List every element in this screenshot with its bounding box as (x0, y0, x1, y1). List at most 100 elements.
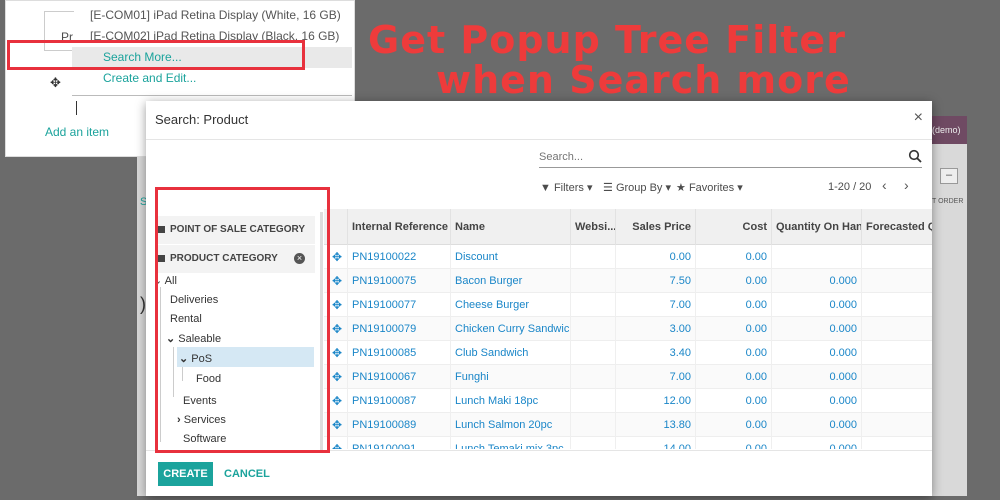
table-cell (570, 341, 615, 365)
table-cell: PN19100085 (347, 341, 450, 365)
drag-handle-icon[interactable]: ✥ (332, 389, 342, 413)
dialog-title: Search: Product (155, 112, 249, 127)
table-row[interactable]: ✥ PN19100089 Lunch Salmon 20pc 13.80 0.00 0.0… (324, 413, 932, 437)
favorites-button[interactable]: ★ Favorites ▾ (676, 181, 743, 194)
highlight-box (7, 40, 305, 70)
favorites-label: Favorites (688, 182, 735, 194)
drag-handle-icon[interactable]: ✥ (332, 437, 342, 449)
add-item-link[interactable]: Add an item (45, 125, 109, 139)
create-button[interactable]: CREATE (158, 462, 213, 486)
table-cell (861, 245, 932, 269)
table-cell: 0.000 (771, 341, 861, 365)
table-cell: PN19100091 (347, 437, 450, 449)
table-row[interactable]: ✥ PN19100079 Chicken Curry Sandwich 3.00 0.0… (324, 317, 932, 341)
table-cell (570, 317, 615, 341)
drag-handle-icon[interactable]: ✥ (332, 293, 342, 317)
drag-handle-icon[interactable]: ✥ (332, 413, 342, 437)
divider (146, 139, 932, 140)
drag-handle-icon[interactable]: ✥ (332, 317, 342, 341)
caret-down-icon: ▾ (737, 182, 743, 194)
table-cell (861, 413, 932, 437)
table-cell (570, 293, 615, 317)
close-icon[interactable]: × (914, 109, 923, 127)
table-cell: PN19100089 (347, 413, 450, 437)
cancel-button[interactable]: CANCEL (224, 462, 270, 486)
minus-button[interactable]: – (940, 168, 958, 184)
table-cell (861, 269, 932, 293)
table-body: ✥ PN19100022 Discount 0.00 0.00 ✥ PN19100075 Ba… (324, 245, 932, 449)
table-row[interactable]: ✥ PN19100091 Lunch Temaki mix 3pc 14.00 0.00… (324, 437, 932, 449)
table-cell (861, 365, 932, 389)
pager-previous-icon[interactable]: ‹ (882, 177, 887, 193)
table-cell: 3.40 (615, 341, 695, 365)
search-icon[interactable] (908, 149, 922, 163)
table-cell: PN19100067 (347, 365, 450, 389)
table-cell (861, 317, 932, 341)
move-icon[interactable]: ✥ (50, 75, 61, 91)
table-cell: 12.00 (615, 389, 695, 413)
create-edit-link[interactable]: Create and Edit... (72, 68, 352, 89)
table-cell: 0.000 (771, 317, 861, 341)
table-cell: PN19100022 (347, 245, 450, 269)
table-cell: Bacon Burger (450, 269, 570, 293)
table-cell: 0.000 (771, 269, 861, 293)
column-header[interactable]: Name (450, 209, 570, 245)
drag-handle-icon[interactable]: ✥ (332, 365, 342, 389)
table-cell: 7.00 (615, 293, 695, 317)
column-header[interactable]: Sales Price (615, 209, 695, 245)
filter-icon: ▼ (540, 182, 551, 194)
groupby-icon: ☰ (603, 182, 613, 194)
table-cell: 0.00 (695, 365, 771, 389)
column-header[interactable]: Cost (695, 209, 771, 245)
table-cell: 0.00 (695, 437, 771, 449)
table-cell: 7.50 (615, 269, 695, 293)
table-cell: 0.000 (771, 437, 861, 449)
caret-down-icon: ▾ (665, 182, 671, 194)
filters-button[interactable]: ▼ Filters ▾ (540, 181, 593, 194)
table-cell (570, 437, 615, 449)
table-cell: 0.00 (695, 341, 771, 365)
table-row[interactable]: ✥ PN19100075 Bacon Burger 7.50 0.00 0.000 (324, 269, 932, 293)
table-cell: Funghi (450, 365, 570, 389)
groupby-label: Group By (615, 182, 663, 194)
table-cell: PN19100087 (347, 389, 450, 413)
search-bar (539, 148, 922, 168)
pager-next-icon[interactable]: › (904, 177, 909, 193)
table-cell: PN19100079 (347, 317, 450, 341)
table-row[interactable]: ✥ PN19100067 Funghi 7.00 0.00 0.000 (324, 365, 932, 389)
caret-down-icon: ▾ (586, 182, 593, 194)
drag-handle-icon[interactable]: ✥ (332, 269, 342, 293)
column-header[interactable]: Websi... (570, 209, 615, 245)
dropdown-item[interactable]: [E-COM01] iPad Retina Display (White, 16… (72, 5, 352, 26)
drag-handle-icon[interactable]: ✥ (332, 341, 342, 365)
table-cell: Discount (450, 245, 570, 269)
order-label: T ORDER (932, 198, 964, 205)
table-row[interactable]: ✥ PN19100077 Cheese Burger 7.00 0.00 0.000 (324, 293, 932, 317)
search-input[interactable] (539, 148, 899, 163)
column-header[interactable]: Quantity On Hand (771, 209, 861, 245)
table-cell: 0.000 (771, 365, 861, 389)
table-cell: Lunch Maki 18pc (450, 389, 570, 413)
table-cell (570, 413, 615, 437)
headline-line-1: Get Popup Tree Filter (368, 18, 846, 62)
table-row[interactable]: ✥ PN19100085 Club Sandwich 3.40 0.00 0.000 (324, 341, 932, 365)
table-cell (771, 245, 861, 269)
table-row[interactable]: ✥ PN19100022 Discount 0.00 0.00 (324, 245, 932, 269)
groupby-button[interactable]: ☰ Group By ▾ (603, 181, 671, 194)
column-header[interactable]: Forecasted Qu (861, 209, 932, 245)
column-header[interactable]: Internal Reference (347, 209, 450, 245)
table-cell: 0.00 (695, 293, 771, 317)
product-input[interactable] (72, 95, 352, 96)
table-cell: PN19100075 (347, 269, 450, 293)
headline-line-2: when Search more (436, 58, 851, 102)
text-cursor (76, 101, 77, 115)
table-cell (861, 437, 932, 449)
table-cell: 0.00 (695, 317, 771, 341)
table-cell: 0.000 (771, 389, 861, 413)
table-cell (570, 245, 615, 269)
table-cell (861, 293, 932, 317)
pager-value[interactable]: 1-20 / 20 (828, 181, 871, 193)
table-cell: 0.00 (695, 245, 771, 269)
table-row[interactable]: ✥ PN19100087 Lunch Maki 18pc 12.00 0.00 0.000 (324, 389, 932, 413)
drag-handle-icon[interactable]: ✥ (332, 245, 342, 269)
